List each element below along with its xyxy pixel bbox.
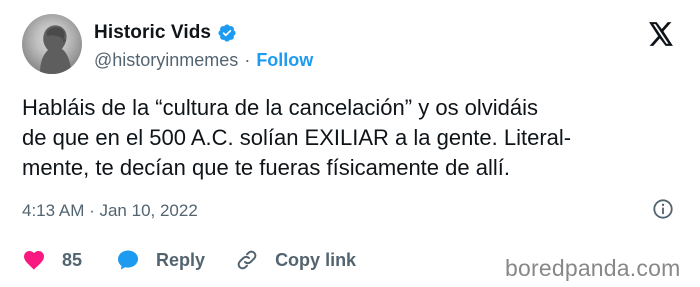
author-display-name[interactable]: Historic Vids (94, 22, 211, 44)
tweet-text-line: mente, te decían que te fueras físicamen… (22, 155, 510, 180)
link-icon (237, 250, 257, 270)
info-icon[interactable] (652, 198, 674, 220)
tweet-text-line: Habláis de la “cultura de la cancelación… (22, 95, 539, 120)
author-avatar[interactable] (22, 14, 82, 74)
heart-icon (24, 251, 44, 270)
watermark: boredpanda.com (505, 255, 681, 281)
reply-button[interactable]: Reply (116, 248, 205, 272)
follow-button[interactable]: Follow (256, 50, 313, 71)
author-info: Historic Vids @historyinmemes · Follow (94, 22, 313, 71)
reply-bubble-icon (118, 250, 139, 270)
separator-dot: · (244, 50, 251, 70)
copy-link-button[interactable]: Copy link (235, 248, 356, 272)
tweet-actions: 85 Reply Copy link (22, 248, 356, 272)
bust-portrait-icon (40, 25, 72, 74)
tweet-text-line: de que en el 500 A.C. solían EXILIAR a l… (22, 125, 572, 150)
like-count: 85 (62, 249, 83, 270)
like-button[interactable]: 85 (22, 248, 82, 272)
tweet-text: Habláis de la “cultura de la cancelación… (22, 93, 687, 183)
verified-badge-icon (218, 24, 236, 42)
tweet-timestamp[interactable]: 4:13 AM · Jan 10, 2022 (22, 201, 198, 221)
reply-label: Reply (156, 249, 206, 270)
tweet-card: Historic Vids @historyinmemes · Follow H… (0, 0, 700, 287)
author-handle[interactable]: @historyinmemes (94, 50, 238, 71)
x-logo-icon[interactable] (648, 22, 674, 46)
copy-link-label: Copy link (275, 249, 357, 270)
